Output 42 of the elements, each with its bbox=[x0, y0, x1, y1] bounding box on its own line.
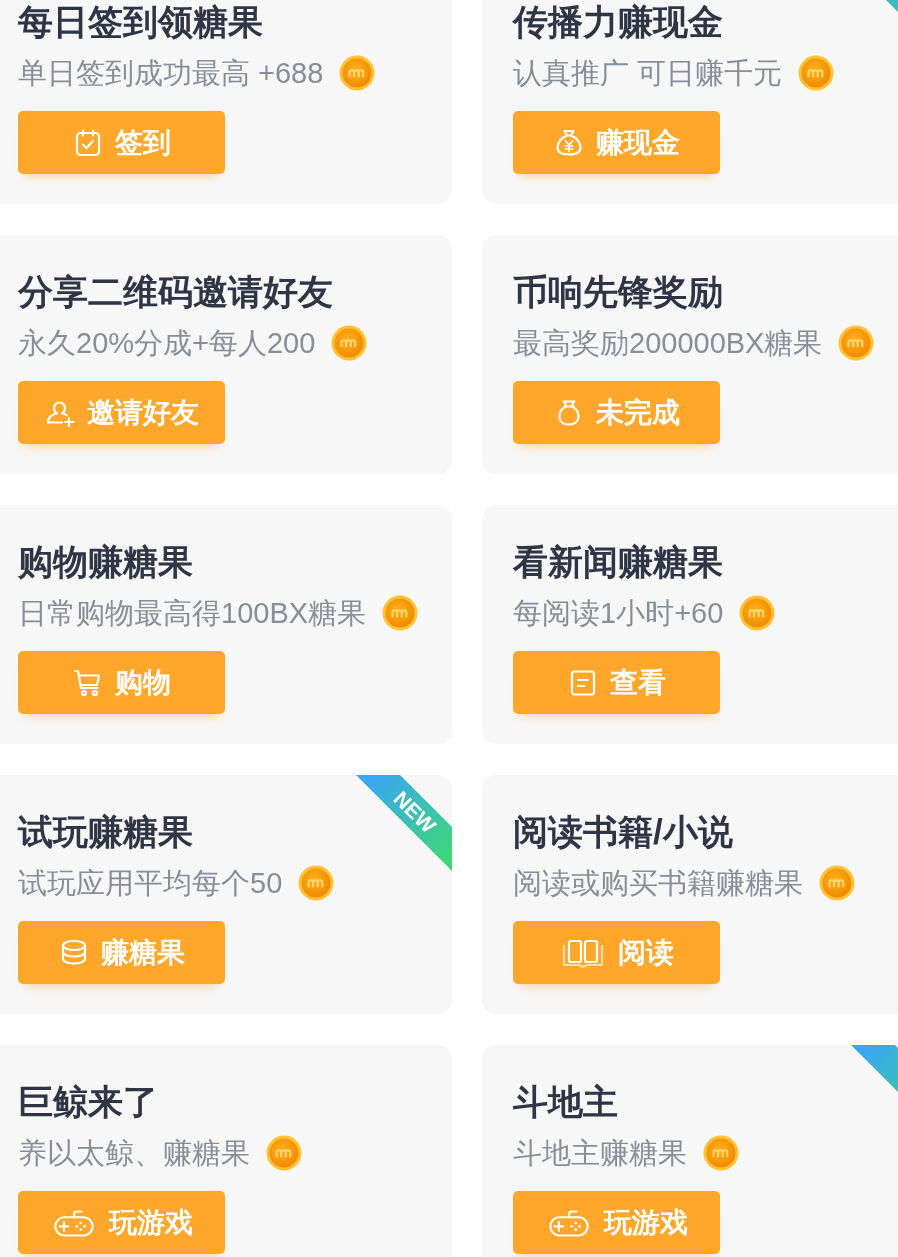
task-title: 阅读书籍/小说 bbox=[513, 812, 733, 852]
coin-icon bbox=[339, 55, 376, 91]
task-title: 斗地主 bbox=[513, 1082, 618, 1122]
task-description: 阅读或购买书籍赚糖果 bbox=[513, 866, 803, 901]
coin-icon bbox=[819, 865, 855, 901]
task-description: 最高奖励200000BX糖果 bbox=[513, 326, 823, 361]
coin-icon bbox=[331, 325, 368, 361]
task-description: 认真推广 可日赚千元 bbox=[513, 56, 783, 91]
coin-icon bbox=[798, 55, 835, 91]
task-title: 币响先锋奖励 bbox=[513, 272, 723, 312]
coin-icon bbox=[382, 595, 419, 631]
task-title: 看新闻赚糖果 bbox=[513, 542, 723, 582]
task-title: 巨鲸来了 bbox=[18, 1082, 158, 1122]
coin-icon bbox=[298, 865, 335, 901]
coin-icon bbox=[266, 1135, 302, 1171]
task-description: 永久20%分成+每人200 bbox=[18, 326, 316, 361]
task-button[interactable]: 玩游戏 bbox=[18, 1191, 225, 1254]
task-description: 养以太鲸、赚糖果 bbox=[18, 1136, 250, 1171]
task-title: 购物赚糖果 bbox=[18, 542, 193, 582]
coin-icon bbox=[739, 595, 776, 631]
task-button[interactable]: 购物 bbox=[18, 651, 225, 714]
task-button[interactable]: 赚糖果 bbox=[18, 921, 225, 984]
task-button[interactable]: 未完成 bbox=[513, 381, 720, 444]
task-title: 分享二维码邀请好友 bbox=[18, 272, 333, 312]
money-bag-icon bbox=[553, 127, 584, 158]
task-button[interactable]: 玩游戏 bbox=[513, 1191, 720, 1254]
task-button[interactable]: 邀请好友 bbox=[18, 381, 225, 444]
task-button[interactable]: 阅读 bbox=[513, 921, 720, 984]
task-title: 试玩赚糖果 bbox=[18, 812, 193, 852]
task-button[interactable]: 签到 bbox=[18, 111, 225, 174]
task-title: 传播力赚现金 bbox=[513, 2, 723, 42]
task-description: 单日签到成功最高 +688 bbox=[18, 56, 324, 91]
task-button[interactable]: 赚现金 bbox=[513, 111, 720, 174]
task-description: 日常购物最高得100BX糖果 bbox=[18, 596, 367, 631]
task-title: 每日签到领糖果 bbox=[18, 2, 263, 42]
coin-icon bbox=[703, 1135, 739, 1171]
coin-icon bbox=[838, 325, 875, 361]
cart-icon bbox=[72, 667, 103, 698]
task-button[interactable]: 查看 bbox=[513, 651, 720, 714]
task-description: 每阅读1小时+60 bbox=[513, 596, 724, 631]
task-description: 斗地主赚糖果 bbox=[513, 1136, 687, 1171]
task-description: 试玩应用平均每个50 bbox=[18, 866, 283, 901]
